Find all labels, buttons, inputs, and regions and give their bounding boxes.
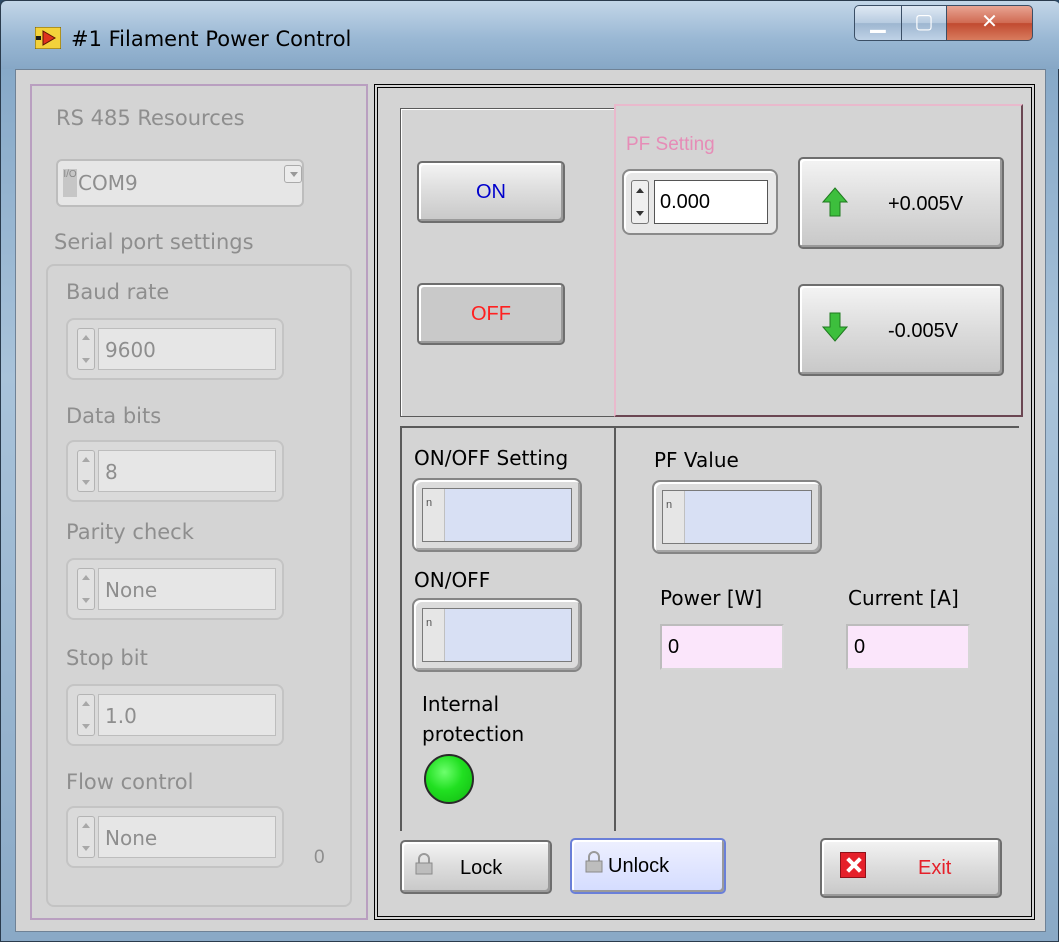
client-area: RS 485 Resources I/O COM9 Serial port se… [15, 69, 1046, 932]
title-bar[interactable]: #1 Filament Power Control ▁ ▢ ✕ [1, 1, 1059, 69]
decrease-button[interactable]: -0.005V [798, 284, 1004, 376]
close-icon: ✕ [981, 11, 998, 33]
flow-control-index: 0 [314, 847, 325, 868]
flow-control-control[interactable]: None [66, 806, 284, 868]
pf-setting-group: PF Setting 0.000 +0.005V -0.005V [614, 104, 1023, 417]
minimize-button[interactable]: ▁ [854, 5, 902, 41]
power-field: 0 [660, 624, 784, 670]
onoff-label: ON/OFF [414, 568, 491, 592]
stop-bit-label: Stop bit [66, 646, 148, 670]
flow-control-label: Flow control [66, 770, 194, 794]
flow-control-value: None [105, 826, 158, 850]
numeric-tag: n [423, 609, 445, 661]
exit-icon [840, 852, 866, 878]
power-value: 0 [668, 636, 680, 658]
parity-control[interactable]: None [66, 558, 284, 620]
stop-bit-value: 1.0 [105, 704, 137, 728]
on-button[interactable]: ON [417, 161, 565, 223]
parity-label: Parity check [66, 520, 194, 544]
app-window: #1 Filament Power Control ▁ ▢ ✕ RS 485 R… [0, 0, 1059, 942]
down-arrow-icon [822, 312, 848, 342]
stop-bit-control[interactable]: 1.0 [66, 684, 284, 746]
numeric-tag: n [663, 491, 685, 543]
power-label: Power [W] [660, 586, 763, 610]
protection-label-line1: Internal [422, 692, 500, 716]
off-label: OFF [471, 303, 511, 325]
unlock-button[interactable]: Unlock [570, 838, 726, 894]
off-button[interactable]: OFF [417, 283, 565, 345]
close-button[interactable]: ✕ [946, 5, 1033, 41]
data-bits-control[interactable]: 8 [66, 440, 284, 502]
control-panel: ON OFF PF Setting 0.000 +0.005V -0.005V … [374, 84, 1035, 920]
current-label: Current [A] [848, 586, 959, 610]
pf-value-label: PF Value [654, 448, 739, 472]
pf-value-indicator: n [652, 480, 822, 554]
up-arrow-icon [822, 187, 848, 217]
resource-value: COM9 [78, 171, 138, 195]
onoff-indicator: n [412, 598, 582, 672]
pf-setting-value: 0.000 [660, 191, 711, 213]
protection-label-line2: protection [422, 722, 525, 746]
spin-arrows-icon[interactable] [77, 816, 95, 858]
spin-arrows-icon[interactable] [77, 568, 95, 610]
onoff-setting-label: ON/OFF Setting [414, 446, 569, 470]
dropdown-arrow-icon[interactable] [284, 165, 302, 183]
baud-rate-control[interactable]: 9600 [66, 318, 284, 380]
spin-arrows-icon[interactable] [77, 450, 95, 492]
lock-button[interactable]: Lock [400, 840, 552, 894]
increase-button[interactable]: +0.005V [798, 157, 1004, 249]
exit-button[interactable]: Exit [820, 838, 1002, 898]
spin-arrows-icon[interactable] [77, 694, 95, 736]
rs485-label: RS 485 Resources [56, 106, 245, 130]
serial-config-panel: RS 485 Resources I/O COM9 Serial port se… [30, 84, 368, 920]
maximize-button[interactable]: ▢ [901, 5, 947, 41]
lock-label: Lock [460, 857, 503, 879]
parity-value: None [105, 578, 158, 602]
labview-vi-icon [35, 27, 61, 49]
onoff-group: ON OFF [400, 108, 616, 417]
data-bits-value: 8 [105, 460, 118, 484]
onoff-status-group: ON/OFF Setting n ON/OFF n Internal prote… [400, 426, 616, 831]
io-tag: I/O [63, 169, 77, 197]
decrease-label: -0.005V [888, 320, 959, 342]
on-label: ON [476, 181, 506, 203]
spin-arrows-icon[interactable] [631, 180, 649, 224]
onoff-setting-indicator: n [412, 478, 582, 552]
unlock-icon [585, 851, 603, 873]
data-bits-label: Data bits [66, 404, 162, 428]
baud-rate-label: Baud rate [66, 280, 170, 304]
maximize-icon: ▢ [914, 11, 934, 33]
spin-arrows-icon[interactable] [77, 328, 95, 370]
serial-settings-group: Baud rate 9600 Data bits 8 Parity check … [46, 264, 352, 907]
unlock-label: Unlock [608, 855, 670, 877]
protection-led [424, 754, 474, 804]
current-field: 0 [846, 624, 970, 670]
lock-icon [415, 853, 433, 875]
window-title: #1 Filament Power Control [71, 27, 352, 51]
readings-group: PF Value n Power [W] 0 Current [A] 0 [616, 426, 1019, 831]
pf-setting-label: PF Setting [626, 134, 715, 155]
serial-settings-label: Serial port settings [54, 230, 254, 254]
minimize-icon: ▁ [870, 11, 886, 33]
baud-rate-value: 9600 [105, 338, 156, 362]
resource-select[interactable]: I/O COM9 [56, 159, 304, 207]
exit-label: Exit [918, 857, 952, 879]
pf-setting-control[interactable]: 0.000 [622, 169, 778, 235]
numeric-tag: n [423, 489, 445, 541]
current-value: 0 [854, 636, 866, 658]
increase-label: +0.005V [888, 193, 964, 215]
